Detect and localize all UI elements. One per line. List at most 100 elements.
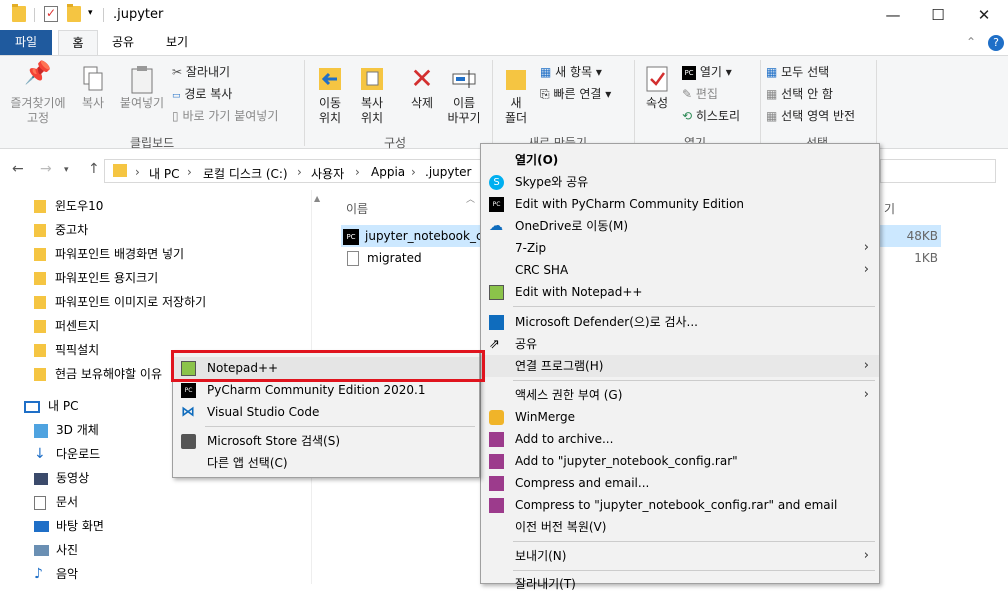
menu-skype-share[interactable]: S Skype와 공유 [481, 171, 879, 193]
menu-crc-sha[interactable]: CRC SHA › [481, 259, 879, 281]
file-row[interactable]: PC jupyter_notebook_co [343, 225, 490, 247]
submenu-arrow-icon: › [863, 358, 869, 373]
organize-group-label: 구성 [384, 136, 407, 150]
select-all-button[interactable]: ▦ 모두 선택 [766, 63, 829, 80]
menu-add-to-rar[interactable]: Add to "jupyter_notebook_config.rar" [481, 450, 879, 472]
copy-to-button[interactable]: 복사 위치 [352, 64, 392, 126]
tab-view[interactable]: 보기 [154, 30, 200, 55]
collapse-ribbon-icon[interactable]: ⌃ [966, 35, 976, 49]
close-button[interactable]: ✕ [961, 0, 1007, 30]
menu-compress-email[interactable]: Compress and email... [481, 472, 879, 494]
onedrive-cloud-icon: ☁ [489, 218, 503, 234]
menu-7zip[interactable]: 7-Zip › [481, 237, 879, 259]
nav-this-pc[interactable]: 내 PC [24, 395, 78, 417]
breadcrumb-this-pc[interactable]: 내 PC [149, 165, 179, 182]
menu-give-access[interactable]: 액세스 권한 부여 (G) › [481, 384, 879, 406]
cut-button[interactable]: ✂ 잘라내기 [172, 63, 230, 80]
history-button[interactable]: ⟲ 히스토리 [682, 107, 740, 124]
recent-dropdown-icon[interactable]: ▾ [64, 165, 69, 175]
menu-compress-rar-email[interactable]: Compress to "jupyter_notebook_config.rar… [481, 494, 879, 516]
maximize-button[interactable]: ☐ [915, 0, 961, 30]
breadcrumb-jupyter[interactable]: .jupyter [425, 165, 472, 179]
tab-share[interactable]: 공유 [100, 30, 146, 55]
menu-cut[interactable]: 잘라내기(T) [481, 573, 879, 595]
breadcrumb-users[interactable]: 사용자 [311, 165, 344, 182]
defender-shield-icon [489, 315, 504, 330]
nav-folder[interactable]: 픽픽설치 [34, 339, 99, 361]
paste-button[interactable]: 붙여넣기 [114, 66, 170, 111]
column-header-name[interactable]: 이름 [346, 200, 368, 217]
delete-button[interactable]: ✕ 삭제 [402, 64, 442, 111]
back-icon[interactable]: ← [12, 161, 24, 177]
folder-icon [34, 224, 46, 237]
invert-selection-button[interactable]: ▦ 선택 영역 반전 [766, 107, 855, 124]
help-icon[interactable]: ? [988, 35, 1004, 51]
menu-winmerge[interactable]: WinMerge [481, 406, 879, 428]
nav-videos[interactable]: 동영상 [34, 467, 89, 489]
easy-access-button[interactable]: ⎘ 빠른 연결 ▾ [540, 85, 611, 102]
menu-send-to[interactable]: 보내기(N) › [481, 545, 879, 567]
copy-path-button[interactable]: ▭ 경로 복사 [172, 85, 232, 102]
move-to-button[interactable]: 이동 위치 [310, 64, 350, 126]
folder-icon [34, 272, 46, 285]
menu-edit-notepadpp[interactable]: Edit with Notepad++ [481, 281, 879, 303]
select-none-button[interactable]: ▦ 선택 안 함 [766, 85, 833, 102]
nav-3d-objects[interactable]: 3D 개체 [34, 419, 99, 441]
nav-music[interactable]: ♪ 음악 [34, 563, 78, 585]
nav-folder[interactable]: 파워포인트 배경화면 넣기 [34, 243, 184, 265]
file-row[interactable]: migrated [343, 247, 422, 269]
nav-folder[interactable]: 파워포인트 용지크기 [34, 267, 158, 289]
address-box[interactable]: › 내 PC › 로컬 디스크 (C:) › 사용자 › Appia › .ju… [104, 159, 484, 183]
new-folder-button[interactable]: 새 폴더 [498, 64, 534, 126]
computer-icon [24, 400, 40, 413]
folder-icon [34, 200, 46, 213]
pin-icon: 📌 [24, 61, 52, 86]
new-item-button[interactable]: ▦ 새 항목 ▾ [540, 63, 602, 80]
menu-edit-pycharm[interactable]: PC Edit with PyCharm Community Edition [481, 193, 879, 215]
open-button[interactable]: PC 열기 ▾ [682, 63, 732, 80]
breadcrumb-local-disk[interactable]: 로컬 디스크 (C:) [203, 165, 288, 182]
column-header-size[interactable]: 기 [884, 200, 895, 217]
new-folder-quick-icon[interactable] [67, 4, 81, 22]
minimize-button[interactable]: — [870, 0, 916, 30]
nav-documents[interactable]: 문서 [34, 491, 78, 513]
properties-icon [646, 66, 668, 92]
rename-button[interactable]: 이름 바꾸기 [442, 64, 486, 126]
copy-button[interactable]: 복사 [76, 66, 110, 111]
nav-folder[interactable]: 퍼센트지 [34, 315, 99, 337]
menu-onedrive[interactable]: ☁ OneDrive로 이동(M) [481, 215, 879, 237]
shortcut-icon: ▯ [172, 109, 179, 123]
submenu-store-search[interactable]: Microsoft Store 검색(S) [173, 430, 479, 452]
forward-icon[interactable]: → [40, 161, 52, 177]
submenu-choose-app[interactable]: 다른 앱 선택(C) [173, 452, 479, 474]
properties-button[interactable]: 속성 [640, 64, 674, 111]
pin-button[interactable]: 📌 즐겨찾기에 고정 [6, 61, 70, 126]
menu-open[interactable]: 열기(O) [481, 149, 879, 171]
up-icon[interactable]: ↑ [88, 161, 100, 177]
nav-downloads[interactable]: ↓ 다운로드 [34, 443, 100, 465]
ribbon: 📌 즐겨찾기에 고정 복사 붙여넣기 ✂ 잘라내기 ▭ 경로 복사 ▯ 바로 가… [0, 55, 1008, 150]
edit-button[interactable]: ✎ 편집 [682, 85, 718, 102]
menu-restore-versions[interactable]: 이전 버전 복원(V) [481, 516, 879, 538]
nav-folder[interactable]: 파워포인트 이미지로 저장하기 [34, 291, 206, 313]
menu-share[interactable]: ⇗ 공유 [481, 333, 879, 355]
nav-folder[interactable]: 윈도우10 [34, 195, 103, 217]
menu-add-archive[interactable]: Add to archive... [481, 428, 879, 450]
paste-shortcut-button[interactable]: ▯ 바로 가기 붙여넣기 [172, 107, 278, 124]
tab-home[interactable]: 홈 [58, 30, 98, 55]
nav-folder[interactable]: 현금 보유해야할 이유 [34, 363, 162, 385]
nav-desktop[interactable]: 바탕 화면 [34, 515, 104, 537]
quick-access-dropdown-icon[interactable]: ▾ [88, 8, 93, 18]
submenu-pycharm[interactable]: PC PyCharm Community Edition 2020.1 [173, 379, 479, 401]
music-icon: ♪ [34, 566, 43, 582]
properties-quick-icon[interactable]: ✓ [44, 6, 58, 22]
menu-open-with[interactable]: 연결 프로그램(H) › [481, 355, 879, 377]
menu-defender-scan[interactable]: Microsoft Defender(으)로 검사... [481, 311, 879, 333]
breadcrumb-appia[interactable]: Appia [371, 165, 405, 179]
nav-folder[interactable]: 중고차 [34, 219, 88, 241]
nav-pictures[interactable]: 사진 [34, 539, 78, 561]
submenu-vscode[interactable]: ⋈ Visual Studio Code [173, 401, 479, 423]
share-icon: ⇗ [489, 337, 500, 352]
search-input[interactable] [880, 159, 996, 183]
tab-file[interactable]: 파일 [0, 30, 52, 55]
